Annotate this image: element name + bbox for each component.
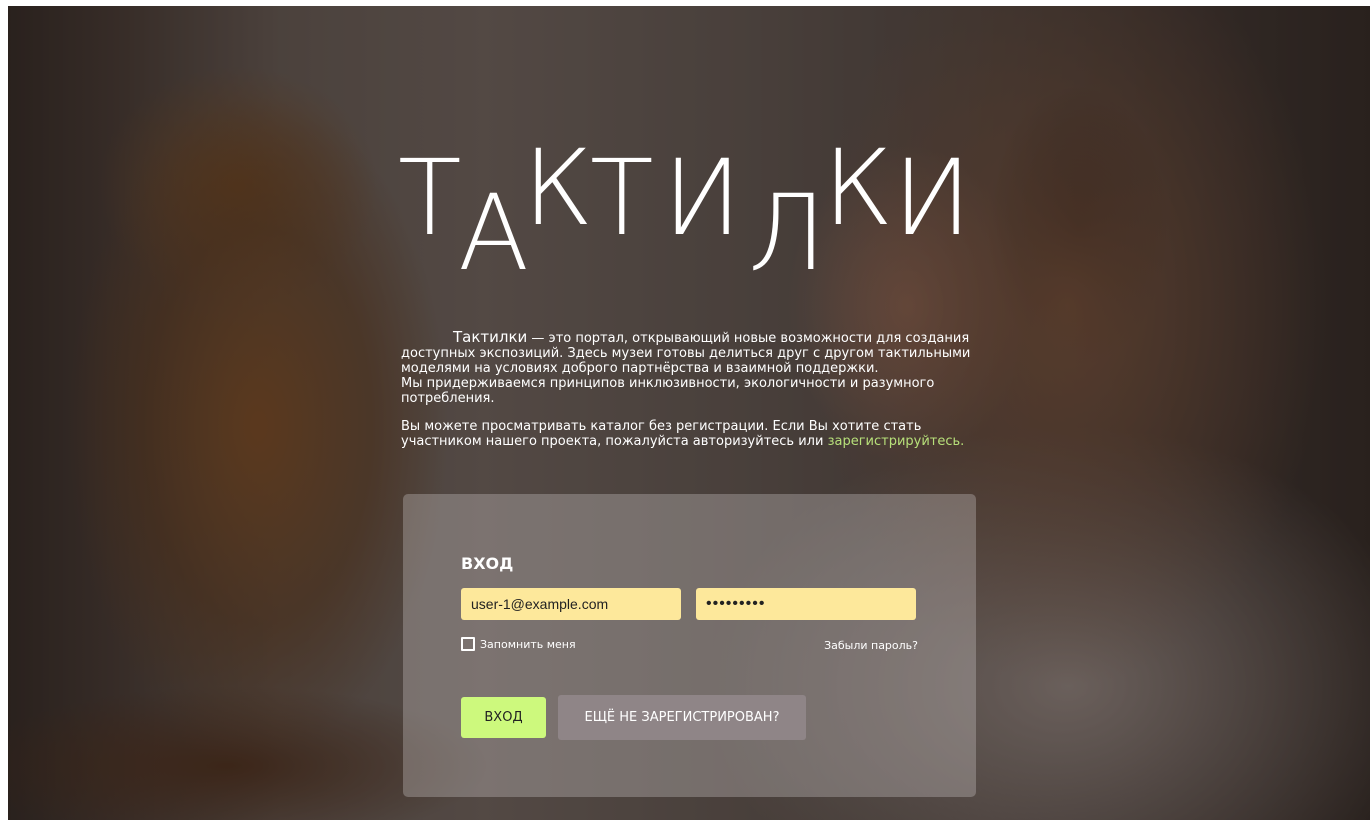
remember-me-checkbox[interactable]: Запомнить меня bbox=[461, 637, 576, 651]
email-field[interactable] bbox=[461, 588, 681, 620]
register-link[interactable]: зарегистрируйтесь. bbox=[828, 434, 965, 449]
logo-letter: К bbox=[823, 127, 898, 249]
checkbox-icon[interactable] bbox=[461, 637, 475, 651]
login-title: ВХОД bbox=[461, 554, 514, 573]
intro-paragraph: Тактилки — это портал, открывающий новые… bbox=[401, 328, 971, 407]
forgot-password-link[interactable]: Забыли пароль? bbox=[824, 639, 918, 652]
logo-letter: А bbox=[458, 172, 534, 294]
password-field[interactable] bbox=[696, 588, 916, 620]
hero-background: Т А К Т И Л К И Тактилки — это портал, о… bbox=[8, 6, 1370, 820]
logo-letter: И bbox=[663, 137, 746, 259]
logo-letter: И bbox=[893, 137, 976, 259]
logo-letter: Т bbox=[590, 137, 658, 259]
brand-name: Тактилки bbox=[453, 328, 528, 346]
login-panel: ВХОД Запомнить меня Забыли пароль? ВХОД … bbox=[403, 494, 976, 797]
logo-letter: Т bbox=[398, 137, 466, 259]
login-button[interactable]: ВХОД bbox=[461, 697, 546, 738]
intro-text: Тактилки — это портал, открывающий новые… bbox=[401, 330, 971, 462]
logo-letter: Л bbox=[748, 172, 831, 294]
logo-letter: К bbox=[523, 127, 598, 249]
intro-auth-hint: Вы можете просматривать каталог без реги… bbox=[401, 419, 971, 449]
not-registered-button[interactable]: ЕЩЁ НЕ ЗАРЕГИСТРИРОВАН? bbox=[558, 695, 806, 740]
site-logo: Т А К Т И Л К И bbox=[398, 136, 988, 286]
remember-me-label: Запомнить меня bbox=[480, 637, 576, 651]
intro-principles: Мы придерживаемся принципов инклюзивност… bbox=[401, 376, 935, 406]
